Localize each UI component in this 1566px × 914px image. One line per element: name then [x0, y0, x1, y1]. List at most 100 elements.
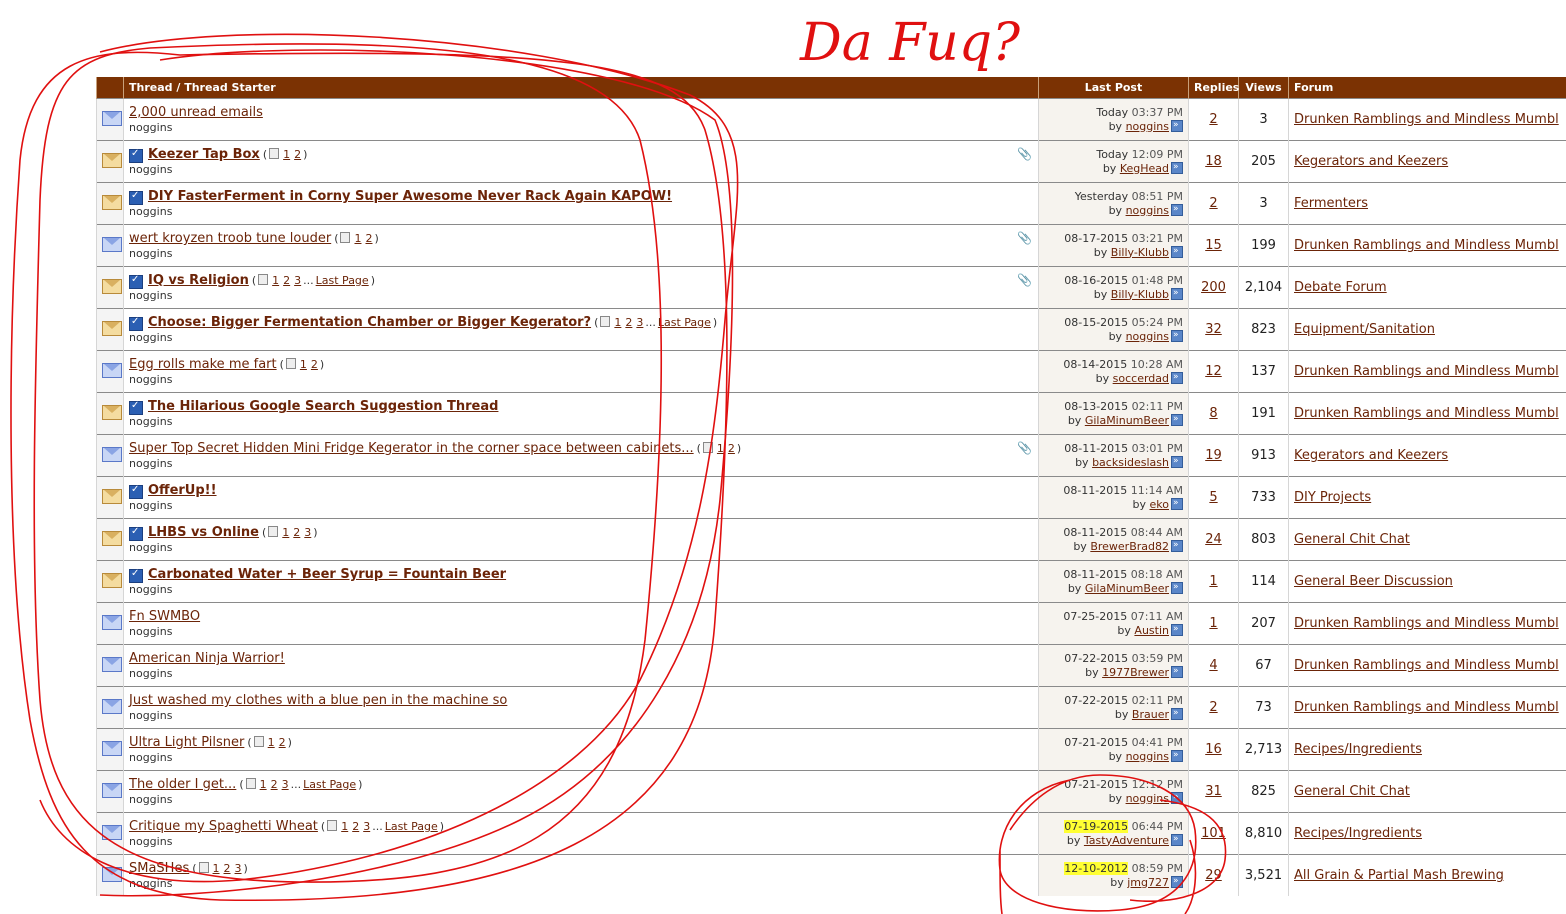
- thread-title-link[interactable]: Egg rolls make me fart: [129, 357, 277, 372]
- last-post-author-link[interactable]: soccerdad: [1113, 372, 1169, 385]
- thread-title-link[interactable]: OfferUp!!: [148, 483, 217, 498]
- thread-starter[interactable]: noggins: [129, 625, 1033, 638]
- go-to-last-post-icon[interactable]: [1171, 328, 1183, 342]
- last-post-author-link[interactable]: GilaMinumBeer: [1085, 414, 1169, 427]
- forum-link[interactable]: Debate Forum: [1294, 280, 1387, 295]
- last-post-author-link[interactable]: noggins: [1126, 204, 1169, 217]
- forum-link[interactable]: Drunken Ramblings and Mindless Mumbl: [1294, 112, 1559, 127]
- thread-title-link[interactable]: IQ vs Religion: [148, 273, 249, 288]
- go-to-last-post-icon[interactable]: [1171, 202, 1183, 216]
- thread-starter[interactable]: noggins: [129, 835, 1033, 848]
- replies-link[interactable]: 101: [1201, 826, 1226, 841]
- replies-link[interactable]: 19: [1205, 448, 1222, 463]
- thread-starter[interactable]: noggins: [129, 457, 1033, 470]
- page-link[interactable]: 3: [282, 778, 289, 791]
- page-link[interactable]: 2: [283, 274, 290, 287]
- replies-link[interactable]: 5: [1209, 490, 1217, 505]
- replies-link[interactable]: 2: [1209, 700, 1217, 715]
- forum-link[interactable]: Fermenters: [1294, 196, 1368, 211]
- header-replies[interactable]: Replies: [1188, 77, 1239, 99]
- forum-link[interactable]: Equipment/Sanitation: [1294, 322, 1435, 337]
- go-to-last-post-icon[interactable]: [1171, 748, 1183, 762]
- go-to-last-post-icon[interactable]: [1171, 244, 1183, 258]
- last-page-link[interactable]: Last Page: [316, 274, 369, 287]
- forum-link[interactable]: Recipes/Ingredients: [1294, 826, 1422, 841]
- page-link[interactable]: 1: [213, 862, 220, 875]
- thread-starter[interactable]: noggins: [129, 877, 1033, 890]
- go-to-last-post-icon[interactable]: [1171, 664, 1183, 678]
- page-link[interactable]: 2: [279, 736, 286, 749]
- forum-link[interactable]: Kegerators and Keezers: [1294, 154, 1448, 169]
- go-to-last-post-icon[interactable]: [1171, 622, 1183, 636]
- forum-link[interactable]: DIY Projects: [1294, 490, 1371, 505]
- forum-link[interactable]: General Chit Chat: [1294, 784, 1410, 799]
- forum-link[interactable]: General Chit Chat: [1294, 532, 1410, 547]
- replies-link[interactable]: 8: [1209, 406, 1217, 421]
- page-link[interactable]: 2: [271, 778, 278, 791]
- last-page-link[interactable]: Last Page: [385, 820, 438, 833]
- page-link[interactable]: 2: [224, 862, 231, 875]
- thread-starter[interactable]: noggins: [129, 583, 1033, 596]
- replies-link[interactable]: 16: [1205, 742, 1222, 757]
- header-last-post[interactable]: Last Post: [1038, 77, 1189, 99]
- replies-link[interactable]: 2: [1209, 112, 1217, 127]
- page-link[interactable]: 3: [304, 526, 311, 539]
- replies-link[interactable]: 1: [1209, 616, 1217, 631]
- go-to-last-post-icon[interactable]: [1171, 790, 1183, 804]
- thread-title-link[interactable]: 2,000 unread emails: [129, 105, 263, 120]
- forum-link[interactable]: Drunken Ramblings and Mindless Mumbl: [1294, 658, 1559, 673]
- page-link[interactable]: 2: [365, 232, 372, 245]
- replies-link[interactable]: 31: [1205, 784, 1222, 799]
- header-thread[interactable]: Thread / Thread Starter: [123, 77, 1039, 99]
- last-post-author-link[interactable]: jmg727: [1127, 876, 1169, 889]
- page-link[interactable]: 3: [636, 316, 643, 329]
- last-post-author-link[interactable]: noggins: [1126, 750, 1169, 763]
- thread-starter[interactable]: noggins: [129, 793, 1033, 806]
- thread-title-link[interactable]: Critique my Spaghetti Wheat: [129, 819, 318, 834]
- go-to-last-post-icon[interactable]: [1171, 286, 1183, 300]
- last-post-author-link[interactable]: Billy-Klubb: [1111, 288, 1169, 301]
- forum-link[interactable]: Kegerators and Keezers: [1294, 448, 1448, 463]
- last-post-author-link[interactable]: GilaMinumBeer: [1085, 582, 1169, 595]
- page-link[interactable]: 1: [282, 526, 289, 539]
- thread-title-link[interactable]: DIY FasterFerment in Corny Super Awesome…: [148, 189, 672, 204]
- go-to-last-post-icon[interactable]: [1171, 118, 1183, 132]
- forum-link[interactable]: Drunken Ramblings and Mindless Mumbl: [1294, 364, 1559, 379]
- go-to-last-post-icon[interactable]: [1171, 538, 1183, 552]
- thread-starter[interactable]: noggins: [129, 751, 1033, 764]
- forum-link[interactable]: Drunken Ramblings and Mindless Mumbl: [1294, 700, 1559, 715]
- page-link[interactable]: 1: [283, 148, 290, 161]
- forum-link[interactable]: Drunken Ramblings and Mindless Mumbl: [1294, 238, 1559, 253]
- page-link[interactable]: 2: [293, 526, 300, 539]
- replies-link[interactable]: 1: [1209, 574, 1217, 589]
- last-post-author-link[interactable]: 1977Brewer: [1102, 666, 1169, 679]
- thread-starter[interactable]: noggins: [129, 541, 1033, 554]
- thread-starter[interactable]: noggins: [129, 499, 1033, 512]
- replies-link[interactable]: 2: [1209, 196, 1217, 211]
- thread-title-link[interactable]: Just washed my clothes with a blue pen i…: [129, 693, 507, 708]
- page-link[interactable]: 2: [352, 820, 359, 833]
- go-to-last-post-icon[interactable]: [1171, 454, 1183, 468]
- thread-starter[interactable]: noggins: [129, 415, 1033, 428]
- thread-title-link[interactable]: The older I get...: [129, 777, 236, 792]
- thread-title-link[interactable]: Choose: Bigger Fermentation Chamber or B…: [148, 315, 591, 330]
- thread-title-link[interactable]: Carbonated Water + Beer Syrup = Fountain…: [148, 567, 506, 582]
- header-forum[interactable]: Forum: [1288, 77, 1566, 99]
- thread-title-link[interactable]: Super Top Secret Hidden Mini Fridge Kege…: [129, 441, 694, 456]
- page-link[interactable]: 1: [614, 316, 621, 329]
- page-link[interactable]: 1: [341, 820, 348, 833]
- page-link[interactable]: 1: [717, 442, 724, 455]
- replies-link[interactable]: 32: [1205, 322, 1222, 337]
- thread-title-link[interactable]: The Hilarious Google Search Suggestion T…: [148, 399, 498, 414]
- header-views[interactable]: Views: [1238, 77, 1289, 99]
- page-link[interactable]: 1: [272, 274, 279, 287]
- page-link[interactable]: 2: [728, 442, 735, 455]
- last-post-author-link[interactable]: Brauer: [1132, 708, 1169, 721]
- go-to-last-post-icon[interactable]: [1171, 370, 1183, 384]
- replies-link[interactable]: 24: [1205, 532, 1222, 547]
- thread-starter[interactable]: noggins: [129, 709, 1033, 722]
- page-link[interactable]: 3: [363, 820, 370, 833]
- thread-starter[interactable]: noggins: [129, 205, 1033, 218]
- last-post-author-link[interactable]: BrewerBrad82: [1090, 540, 1169, 553]
- replies-link[interactable]: 29: [1205, 868, 1222, 883]
